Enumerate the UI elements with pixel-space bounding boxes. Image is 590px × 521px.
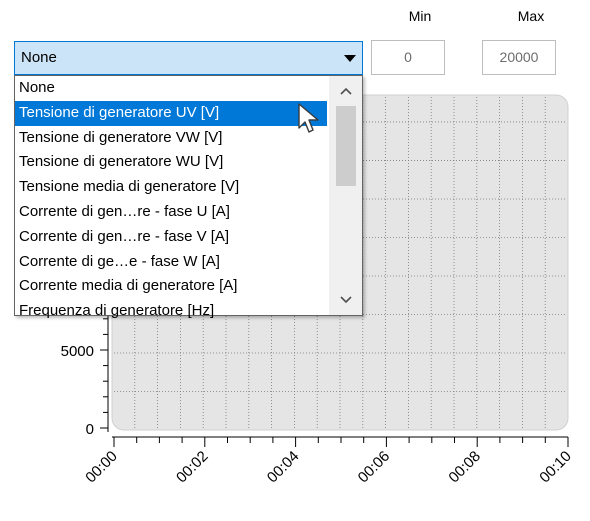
list-item[interactable]: Frequenza di generatore [Hz]	[15, 299, 327, 324]
list-item[interactable]: Tensione di generatore VW [V]	[15, 126, 327, 151]
list-item[interactable]: Tensione di generatore WU [V]	[15, 150, 327, 175]
chevron-up-icon[interactable]	[329, 80, 362, 102]
list-item[interactable]: None	[15, 76, 327, 101]
list-item[interactable]: Corrente di ge…e - fase W [A]	[15, 250, 327, 275]
x-tick-label: 00:00	[82, 448, 121, 487]
chevron-down-icon[interactable]	[344, 55, 356, 62]
series-select-value: None	[21, 49, 57, 66]
dropdown-scrollbar[interactable]	[329, 76, 362, 315]
x-tick-label: 00:10	[536, 448, 575, 487]
x-tick-label: 00:04	[264, 448, 303, 487]
scrollbar-thumb[interactable]	[336, 106, 356, 186]
x-tick-label: 00:08	[445, 448, 484, 487]
list-item[interactable]: Corrente di gen…re - fase V [A]	[15, 225, 327, 250]
list-item[interactable]: Corrente media di generatore [A]	[15, 274, 327, 299]
y-tick-label-5000: 5000	[61, 343, 94, 360]
series-select[interactable]: None	[14, 41, 363, 75]
chevron-down-icon[interactable]	[329, 289, 362, 311]
list-item[interactable]: Tensione di generatore UV [V]	[15, 100, 327, 126]
list-item[interactable]: Corrente di gen…re - fase U [A]	[15, 200, 327, 225]
x-tick-label: 00:02	[173, 448, 212, 487]
x-tick-label: 00:06	[355, 448, 394, 487]
y-tick-label-0: 0	[86, 421, 94, 438]
list-item[interactable]: Tensione media di generatore [V]	[15, 175, 327, 200]
mouse-pointer-icon	[298, 103, 319, 133]
